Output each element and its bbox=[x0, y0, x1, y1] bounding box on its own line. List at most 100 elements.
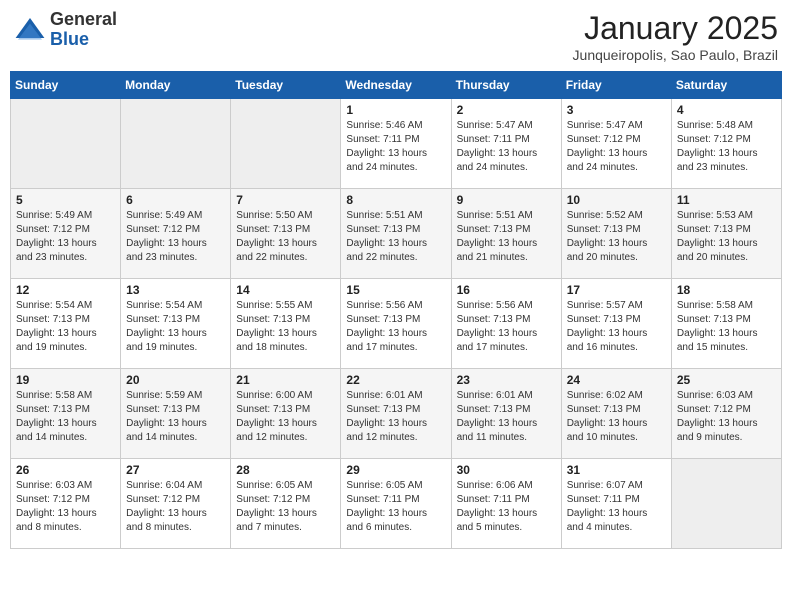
weekday-header-thursday: Thursday bbox=[451, 72, 561, 99]
day-number: 1 bbox=[346, 103, 445, 117]
day-number: 27 bbox=[126, 463, 225, 477]
day-info: Sunrise: 6:02 AM Sunset: 7:13 PM Dayligh… bbox=[567, 389, 666, 445]
day-number: 25 bbox=[677, 373, 776, 387]
calendar-cell bbox=[121, 99, 231, 189]
day-number: 5 bbox=[16, 193, 115, 207]
day-number: 19 bbox=[16, 373, 115, 387]
calendar-body: 1 Sunrise: 5:46 AM Sunset: 7:11 PM Daylig… bbox=[11, 99, 782, 549]
logo-icon bbox=[14, 14, 46, 46]
calendar-header: SundayMondayTuesdayWednesdayThursdayFrid… bbox=[11, 72, 782, 99]
calendar-week-5: 26Sunrise: 6:03 AM Sunset: 7:12 PM Dayli… bbox=[11, 459, 782, 549]
day-info: Sunrise: 5:46 AM Sunset: 7:11 PM Dayligh… bbox=[346, 119, 445, 175]
day-info: Sunrise: 5:54 AM Sunset: 7:13 PM Dayligh… bbox=[16, 299, 115, 355]
calendar-week-4: 19Sunrise: 5:58 AM Sunset: 7:13 PM Dayli… bbox=[11, 369, 782, 459]
day-number: 18 bbox=[677, 283, 776, 297]
calendar-cell: 12Sunrise: 5:54 AM Sunset: 7:13 PM Dayli… bbox=[11, 279, 121, 369]
day-info: Sunrise: 5:47 AM Sunset: 7:11 PM Dayligh… bbox=[457, 119, 556, 175]
day-info: Sunrise: 5:53 AM Sunset: 7:13 PM Dayligh… bbox=[677, 209, 776, 265]
calendar-cell: 14Sunrise: 5:55 AM Sunset: 7:13 PM Dayli… bbox=[231, 279, 341, 369]
calendar-cell: 5Sunrise: 5:49 AM Sunset: 7:12 PM Daylig… bbox=[11, 189, 121, 279]
calendar-cell: 10Sunrise: 5:52 AM Sunset: 7:13 PM Dayli… bbox=[561, 189, 671, 279]
calendar-cell: 19Sunrise: 5:58 AM Sunset: 7:13 PM Dayli… bbox=[11, 369, 121, 459]
day-info: Sunrise: 5:57 AM Sunset: 7:13 PM Dayligh… bbox=[567, 299, 666, 355]
day-info: Sunrise: 6:03 AM Sunset: 7:12 PM Dayligh… bbox=[677, 389, 776, 445]
calendar-cell bbox=[11, 99, 121, 189]
day-info: Sunrise: 6:01 AM Sunset: 7:13 PM Dayligh… bbox=[457, 389, 556, 445]
calendar-cell: 27 Sunrise: 6:04 AM Sunset: 7:12 PM Dayli… bbox=[121, 459, 231, 549]
day-number: 8 bbox=[346, 193, 445, 207]
calendar-cell bbox=[231, 99, 341, 189]
day-info: Sunrise: 6:00 AM Sunset: 7:13 PM Dayligh… bbox=[236, 389, 335, 445]
calendar-cell: 29 Sunrise: 6:05 AM Sunset: 7:11 PM Dayli… bbox=[341, 459, 451, 549]
calendar-cell: 28 Sunrise: 6:05 AM Sunset: 7:12 PM Dayli… bbox=[231, 459, 341, 549]
day-info: Sunrise: 5:56 AM Sunset: 7:13 PM Dayligh… bbox=[346, 299, 445, 355]
calendar-cell: 11 Sunrise: 5:53 AM Sunset: 7:13 PM Dayli… bbox=[671, 189, 781, 279]
day-number: 23 bbox=[457, 373, 556, 387]
weekday-header-friday: Friday bbox=[561, 72, 671, 99]
calendar-cell: 15Sunrise: 5:56 AM Sunset: 7:13 PM Dayli… bbox=[341, 279, 451, 369]
day-info: Sunrise: 5:55 AM Sunset: 7:13 PM Dayligh… bbox=[236, 299, 335, 355]
day-info: Sunrise: 5:59 AM Sunset: 7:13 PM Dayligh… bbox=[126, 389, 225, 445]
calendar-cell: 26Sunrise: 6:03 AM Sunset: 7:12 PM Dayli… bbox=[11, 459, 121, 549]
day-number: 6 bbox=[126, 193, 225, 207]
day-info: Sunrise: 6:05 AM Sunset: 7:12 PM Dayligh… bbox=[236, 479, 335, 535]
calendar-cell: 22 Sunrise: 6:01 AM Sunset: 7:13 PM Dayli… bbox=[341, 369, 451, 459]
day-info: Sunrise: 5:51 AM Sunset: 7:13 PM Dayligh… bbox=[346, 209, 445, 265]
weekday-header-monday: Monday bbox=[121, 72, 231, 99]
weekday-header-saturday: Saturday bbox=[671, 72, 781, 99]
calendar-cell bbox=[671, 459, 781, 549]
day-number: 17 bbox=[567, 283, 666, 297]
calendar-cell: 31 Sunrise: 6:07 AM Sunset: 7:11 PM Dayli… bbox=[561, 459, 671, 549]
calendar-cell: 2Sunrise: 5:47 AM Sunset: 7:11 PM Daylig… bbox=[451, 99, 561, 189]
weekday-header-row: SundayMondayTuesdayWednesdayThursdayFrid… bbox=[11, 72, 782, 99]
calendar-subtitle: Junqueiropolis, Sao Paulo, Brazil bbox=[573, 47, 778, 63]
logo-blue-text: Blue bbox=[50, 30, 117, 50]
day-info: Sunrise: 6:05 AM Sunset: 7:11 PM Dayligh… bbox=[346, 479, 445, 535]
day-number: 30 bbox=[457, 463, 556, 477]
day-number: 3 bbox=[567, 103, 666, 117]
calendar-cell: 30 Sunrise: 6:06 AM Sunset: 7:11 PM Dayli… bbox=[451, 459, 561, 549]
weekday-header-tuesday: Tuesday bbox=[231, 72, 341, 99]
calendar-cell: 3 Sunrise: 5:47 AM Sunset: 7:12 PM Daylig… bbox=[561, 99, 671, 189]
day-info: Sunrise: 5:49 AM Sunset: 7:12 PM Dayligh… bbox=[126, 209, 225, 265]
day-number: 26 bbox=[16, 463, 115, 477]
calendar-cell: 18Sunrise: 5:58 AM Sunset: 7:13 PM Dayli… bbox=[671, 279, 781, 369]
day-info: Sunrise: 5:48 AM Sunset: 7:12 PM Dayligh… bbox=[677, 119, 776, 175]
calendar-cell: 6 Sunrise: 5:49 AM Sunset: 7:12 PM Daylig… bbox=[121, 189, 231, 279]
day-number: 16 bbox=[457, 283, 556, 297]
day-info: Sunrise: 6:07 AM Sunset: 7:11 PM Dayligh… bbox=[567, 479, 666, 535]
calendar-table: SundayMondayTuesdayWednesdayThursdayFrid… bbox=[10, 71, 782, 549]
calendar-cell: 20Sunrise: 5:59 AM Sunset: 7:13 PM Dayli… bbox=[121, 369, 231, 459]
calendar-cell: 16Sunrise: 5:56 AM Sunset: 7:13 PM Dayli… bbox=[451, 279, 561, 369]
calendar-cell: 7 Sunrise: 5:50 AM Sunset: 7:13 PM Daylig… bbox=[231, 189, 341, 279]
day-number: 24 bbox=[567, 373, 666, 387]
day-info: Sunrise: 5:47 AM Sunset: 7:12 PM Dayligh… bbox=[567, 119, 666, 175]
day-number: 22 bbox=[346, 373, 445, 387]
calendar-cell: 8 Sunrise: 5:51 AM Sunset: 7:13 PM Daylig… bbox=[341, 189, 451, 279]
day-info: Sunrise: 6:01 AM Sunset: 7:13 PM Dayligh… bbox=[346, 389, 445, 445]
calendar-title: January 2025 bbox=[573, 10, 778, 47]
day-number: 4 bbox=[677, 103, 776, 117]
day-number: 29 bbox=[346, 463, 445, 477]
calendar-week-3: 12Sunrise: 5:54 AM Sunset: 7:13 PM Dayli… bbox=[11, 279, 782, 369]
day-number: 31 bbox=[567, 463, 666, 477]
day-number: 7 bbox=[236, 193, 335, 207]
weekday-header-sunday: Sunday bbox=[11, 72, 121, 99]
day-info: Sunrise: 5:54 AM Sunset: 7:13 PM Dayligh… bbox=[126, 299, 225, 355]
title-section: January 2025 Junqueiropolis, Sao Paulo, … bbox=[573, 10, 778, 63]
calendar-cell: 4 Sunrise: 5:48 AM Sunset: 7:12 PM Daylig… bbox=[671, 99, 781, 189]
day-info: Sunrise: 6:04 AM Sunset: 7:12 PM Dayligh… bbox=[126, 479, 225, 535]
day-number: 28 bbox=[236, 463, 335, 477]
day-info: Sunrise: 6:06 AM Sunset: 7:11 PM Dayligh… bbox=[457, 479, 556, 535]
calendar-cell: 9Sunrise: 5:51 AM Sunset: 7:13 PM Daylig… bbox=[451, 189, 561, 279]
day-info: Sunrise: 5:50 AM Sunset: 7:13 PM Dayligh… bbox=[236, 209, 335, 265]
calendar-cell: 23 Sunrise: 6:01 AM Sunset: 7:13 PM Dayli… bbox=[451, 369, 561, 459]
day-number: 21 bbox=[236, 373, 335, 387]
logo-text: General Blue bbox=[50, 10, 117, 50]
calendar-cell: 25 Sunrise: 6:03 AM Sunset: 7:12 PM Dayli… bbox=[671, 369, 781, 459]
calendar-cell: 24 Sunrise: 6:02 AM Sunset: 7:13 PM Dayli… bbox=[561, 369, 671, 459]
day-number: 9 bbox=[457, 193, 556, 207]
calendar-week-1: 1 Sunrise: 5:46 AM Sunset: 7:11 PM Daylig… bbox=[11, 99, 782, 189]
page-header: General Blue January 2025 Junqueiropolis… bbox=[10, 10, 782, 63]
day-number: 11 bbox=[677, 193, 776, 207]
